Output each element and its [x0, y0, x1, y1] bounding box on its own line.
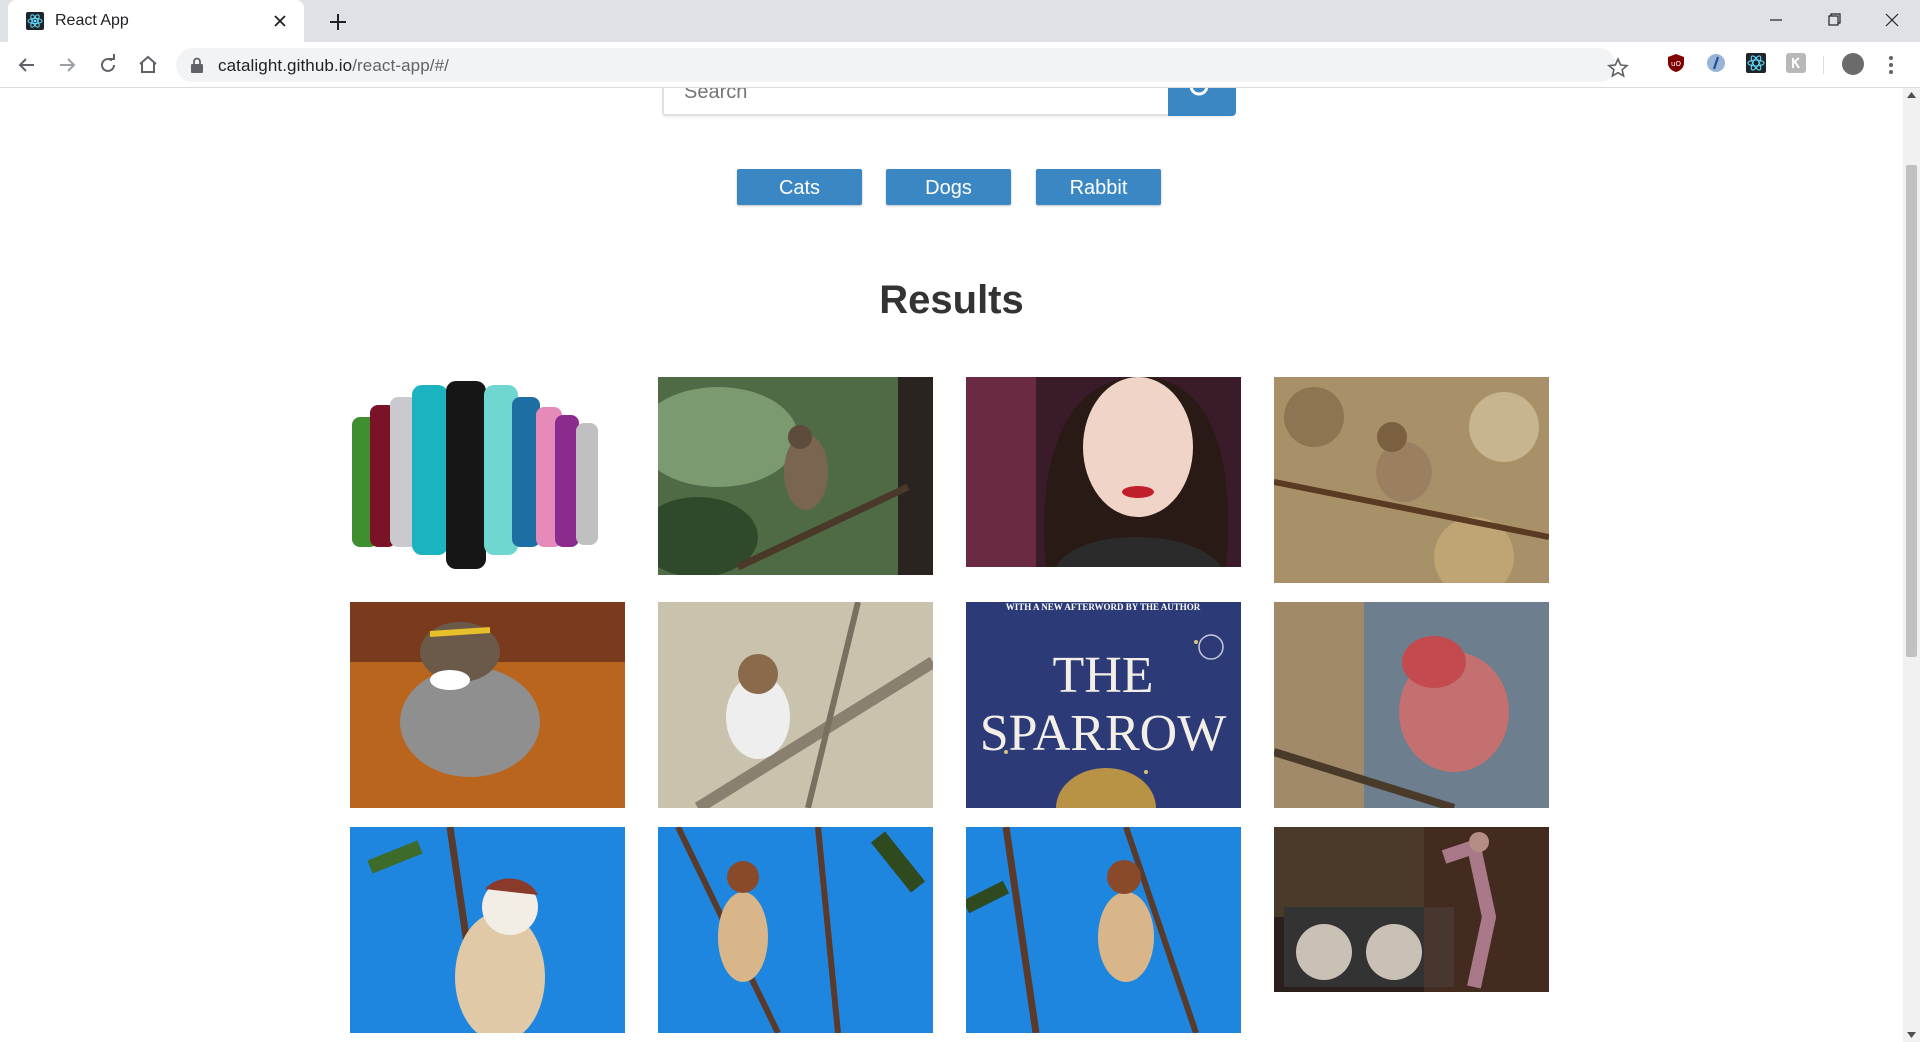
result-image-tree-sparrow-2[interactable] — [658, 827, 933, 1033]
steampunk-scene-image — [1274, 827, 1549, 992]
category-button-cats[interactable]: Cats — [737, 169, 862, 205]
scrollbar-thumb[interactable] — [1906, 165, 1917, 657]
close-tab-icon[interactable] — [270, 11, 290, 31]
sparrow-twig-image — [658, 602, 933, 808]
result-image-avatar[interactable] — [966, 377, 1241, 567]
category-button-rabbit[interactable]: Rabbit — [1036, 169, 1161, 205]
svg-text:uO: uO — [1671, 60, 1681, 68]
book-cover-image: WITH A NEW AFTERWORD BY THE AUTHOR THE S… — [966, 602, 1241, 808]
white-throated-sparrow-image — [350, 602, 625, 808]
result-image-house-finch[interactable] — [1274, 602, 1549, 808]
search-icon — [1189, 88, 1209, 96]
result-image-book-cover[interactable]: WITH A NEW AFTERWORD BY THE AUTHOR THE S… — [966, 602, 1241, 808]
ublock-extension-icon[interactable]: uO — [1666, 53, 1686, 73]
close-window-icon[interactable] — [1872, 8, 1912, 32]
result-image-tree-sparrow-3[interactable] — [966, 827, 1241, 1033]
house-finch-image — [1274, 602, 1549, 808]
result-image-tree-sparrow-1[interactable] — [350, 827, 625, 1033]
browser-tab[interactable]: React App — [8, 0, 304, 42]
lock-icon[interactable] — [190, 57, 204, 73]
tab-strip: React App — [0, 0, 1920, 42]
scroll-up-arrow-icon[interactable] — [1907, 92, 1916, 98]
result-image-white-throated-sparrow[interactable] — [350, 602, 625, 808]
page-viewport: Cats Dogs Rabbit Results — [0, 88, 1903, 1042]
search-box — [662, 88, 1234, 116]
result-image-sparrow-pine[interactable] — [658, 377, 933, 575]
category-button-dogs[interactable]: Dogs — [886, 169, 1011, 205]
new-tab-icon[interactable] — [326, 10, 350, 34]
book-cover-tagline: WITH A NEW AFTERWORD BY THE AUTHOR — [1006, 602, 1201, 612]
tree-sparrow-image — [350, 827, 625, 1033]
result-image-bottles[interactable] — [350, 377, 625, 573]
address-bar[interactable]: catalight.github.io/react-app/#/ — [176, 48, 1629, 82]
minimize-icon[interactable] — [1756, 8, 1796, 32]
results-heading: Results — [879, 278, 1024, 322]
url-text[interactable]: catalight.github.io/react-app/#/ — [218, 56, 449, 76]
water-bottles-image — [350, 377, 625, 573]
grey-extension-icon[interactable] — [1786, 53, 1806, 73]
search-button[interactable] — [1168, 88, 1236, 116]
tree-sparrow-image-3 — [966, 827, 1241, 1033]
profile-avatar[interactable] — [1842, 53, 1864, 75]
result-image-steampunk[interactable] — [1274, 827, 1549, 992]
tab-title: React App — [55, 12, 129, 29]
avatar-portrait-image — [966, 377, 1241, 567]
book-cover-title-line2: SPARROW — [980, 705, 1227, 762]
scroll-down-arrow-icon[interactable] — [1907, 1032, 1916, 1038]
toolbar-separator — [1823, 56, 1824, 74]
react-favicon-icon — [26, 12, 44, 30]
restore-icon[interactable] — [1814, 8, 1854, 32]
home-icon[interactable] — [135, 52, 161, 78]
page-scrollbar[interactable] — [1903, 88, 1920, 1042]
browser-toolbar: catalight.github.io/react-app/#/ uO — [0, 42, 1920, 88]
sparrow-pine-image — [658, 377, 933, 575]
reload-icon[interactable] — [95, 52, 121, 78]
tree-sparrow-image-2 — [658, 827, 933, 1033]
book-cover-title-line1: THE — [1052, 647, 1153, 704]
result-image-sparrow-twig[interactable] — [658, 602, 933, 808]
bookmark-star-icon[interactable] — [1607, 57, 1629, 79]
forward-arrow-icon[interactable] — [54, 52, 80, 78]
react-devtools-icon[interactable] — [1746, 53, 1766, 73]
sparrow-bokeh-image — [1274, 377, 1549, 583]
menu-dots-icon[interactable] — [1888, 53, 1894, 77]
compass-extension-icon[interactable] — [1706, 53, 1726, 73]
search-input[interactable] — [664, 88, 1168, 112]
back-arrow-icon[interactable] — [14, 52, 40, 78]
result-image-sparrow-bokeh[interactable] — [1274, 377, 1549, 583]
